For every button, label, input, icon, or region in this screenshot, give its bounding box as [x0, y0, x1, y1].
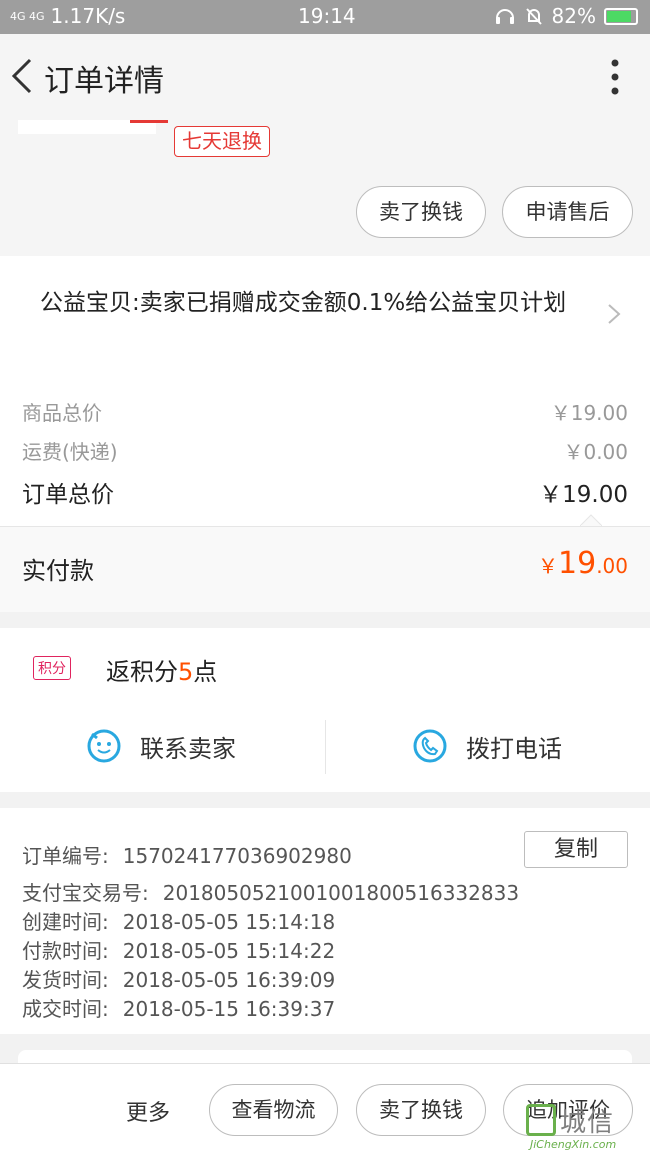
- pointer-notch: [580, 514, 602, 526]
- closed-time-row: 成交时间: 2018-05-15 16:39:37: [22, 997, 336, 1021]
- sell-for-cash-button[interactable]: 卖了换钱: [356, 186, 486, 238]
- shipped-time-row: 发货时间: 2018-05-05 16:39:09: [22, 968, 336, 992]
- view-logistics-button[interactable]: 查看物流: [209, 1084, 338, 1136]
- chat-face-icon: [87, 729, 121, 763]
- after-sale-button[interactable]: 申请售后: [502, 186, 633, 238]
- call-phone-button[interactable]: 拨打电话: [412, 728, 562, 764]
- charity-notice[interactable]: 公益宝贝:卖家已捐赠成交金额0.1%给公益宝贝计划: [40, 288, 588, 318]
- order-total-label: 订单总价: [22, 482, 114, 508]
- battery-icon: [604, 7, 638, 25]
- goods-total-label: 商品总价: [22, 401, 102, 425]
- shipping-row: 运费(快递) ￥0.00: [22, 436, 628, 465]
- paid-time-row: 付款时间: 2018-05-05 15:14:22: [22, 939, 336, 963]
- product-thumbnail[interactable]: [18, 120, 168, 134]
- more-button[interactable]: 更多: [126, 1095, 170, 1127]
- goods-total-row: 商品总价 ￥19.00: [22, 397, 628, 426]
- created-time-row: 创建时间: 2018-05-05 15:14:18: [22, 910, 336, 934]
- shipping-label: 运费(快递): [22, 440, 118, 464]
- mute-bell-icon: [525, 8, 542, 25]
- watermark-logo: 城信 JiChengXin.com: [526, 1104, 644, 1152]
- chevron-right-icon[interactable]: [606, 302, 622, 326]
- call-phone-label: 拨打电话: [466, 734, 562, 763]
- phone-icon: [413, 729, 447, 763]
- order-total-value: ￥19.00: [539, 482, 628, 508]
- copy-button[interactable]: 复制: [524, 831, 628, 868]
- paid-label: 实付款: [22, 557, 94, 585]
- contact-seller-button[interactable]: 联系卖家: [86, 728, 236, 764]
- divider: [0, 526, 650, 527]
- shipping-value: ￥0.00: [563, 440, 628, 464]
- back-arrow-icon[interactable]: [8, 54, 38, 98]
- more-options-icon[interactable]: [610, 59, 620, 95]
- sell-for-cash-bottom-button[interactable]: 卖了换钱: [356, 1084, 486, 1136]
- points-badge: 积分: [33, 656, 71, 680]
- page-title: 订单详情: [44, 64, 164, 99]
- nav-header: 订单详情: [0, 34, 650, 120]
- paid-amount: ￥19.00: [538, 546, 628, 581]
- points-reward-text: 返积分5点: [106, 658, 218, 686]
- return-policy-tag: 七天退换: [174, 126, 270, 157]
- status-bar: 4G 4G 1.17K/s 19:14 82%: [0, 0, 650, 34]
- headset-icon: [495, 9, 514, 24]
- clock: 19:14: [298, 4, 356, 28]
- battery-percent: 82%: [551, 4, 596, 28]
- contact-seller-label: 联系卖家: [140, 734, 236, 763]
- alipay-trade-row: 支付宝交易号: 2018050521001001800516332833: [22, 881, 520, 905]
- order-total-row: 订单总价 ￥19.00: [22, 475, 628, 509]
- network-speed: 1.17K/s: [50, 4, 126, 28]
- goods-total-value: ￥19.00: [550, 401, 628, 425]
- vertical-divider: [325, 720, 326, 774]
- order-number-row: 订单编号: 157024177036902980: [22, 844, 352, 868]
- signal-indicator: 4G 4G: [10, 9, 45, 23]
